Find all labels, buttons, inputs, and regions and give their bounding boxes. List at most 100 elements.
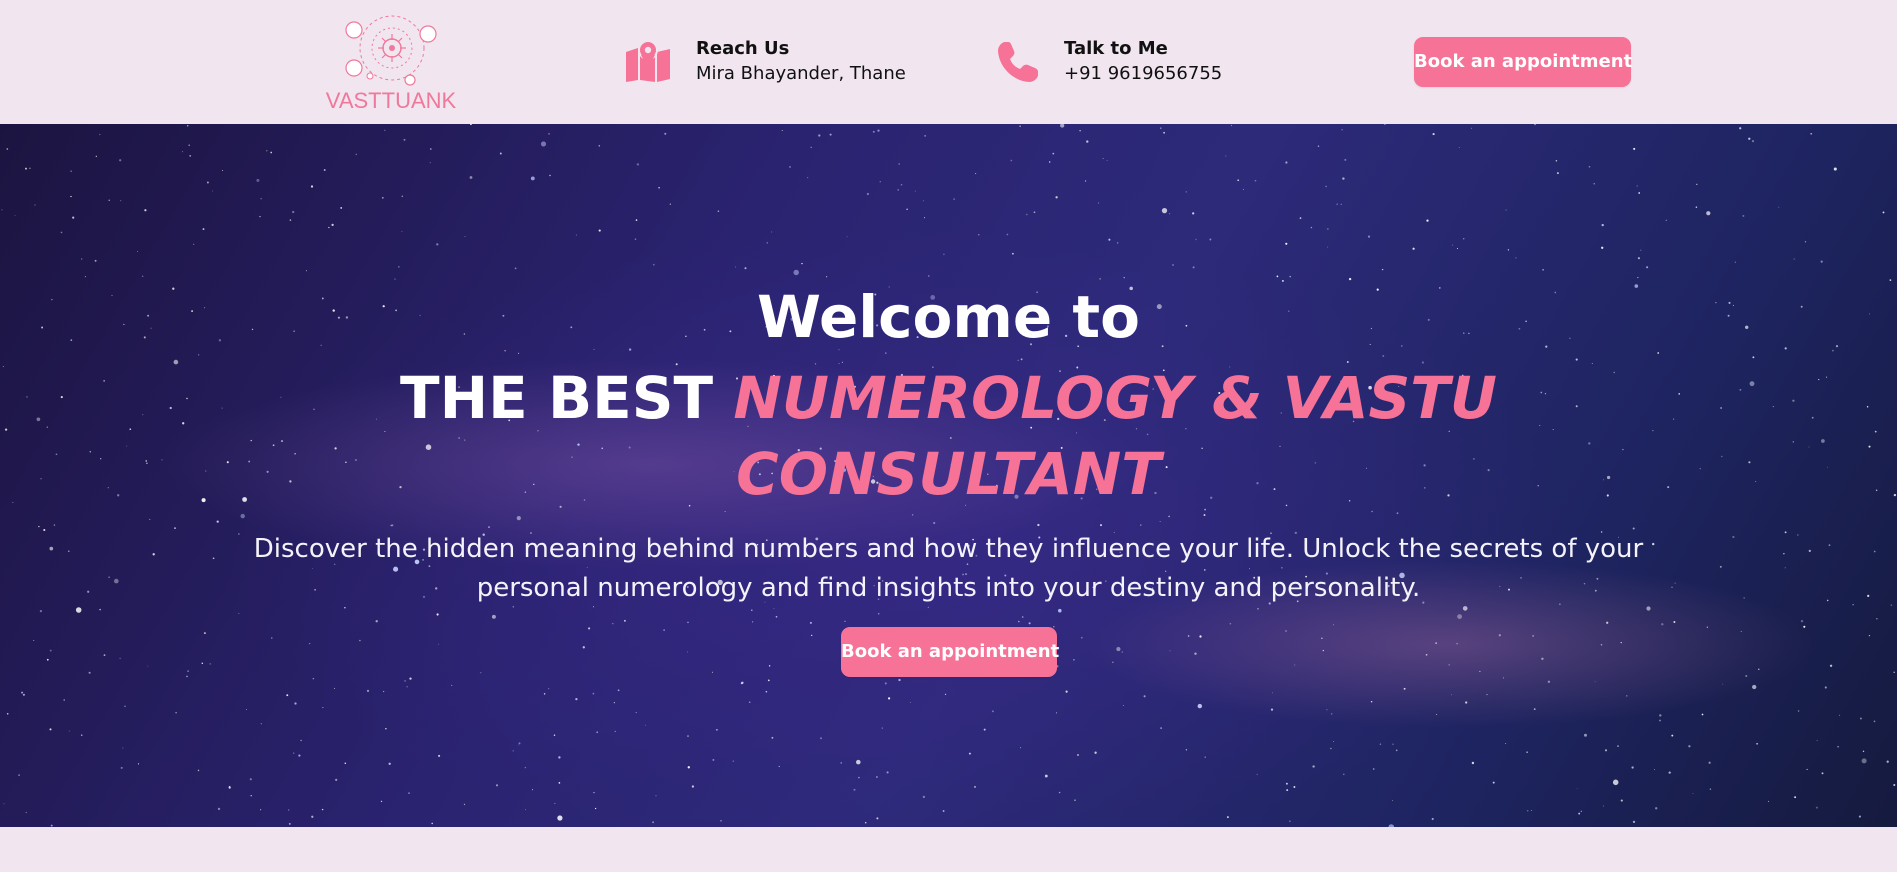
star — [663, 629, 665, 631]
star — [382, 197, 384, 199]
star — [1793, 258, 1795, 260]
star — [732, 760, 734, 762]
phone-number[interactable]: +91 9619656755 — [1064, 63, 1222, 84]
star — [1341, 129, 1343, 131]
star — [1276, 275, 1279, 278]
star — [1637, 276, 1639, 279]
star — [1159, 521, 1161, 522]
star — [881, 727, 884, 729]
star — [1058, 608, 1062, 613]
star — [1626, 695, 1628, 697]
star — [558, 782, 561, 784]
star — [1646, 266, 1649, 269]
star — [137, 250, 139, 252]
star — [1426, 219, 1429, 222]
star — [1876, 618, 1878, 620]
star — [598, 229, 601, 232]
star — [765, 690, 768, 693]
star — [617, 689, 620, 692]
star — [775, 615, 778, 618]
headline-pink-text: NUMEROLOGY & VASTU — [733, 364, 1497, 432]
star — [877, 612, 880, 615]
star — [1867, 594, 1870, 598]
star — [968, 752, 971, 755]
book-appointment-header-button[interactable]: Book an appointment — [1414, 37, 1632, 87]
star — [1526, 809, 1529, 812]
star — [592, 692, 595, 695]
star — [1829, 664, 1833, 667]
star — [1505, 209, 1507, 211]
star — [1826, 599, 1829, 602]
star — [99, 608, 101, 611]
star — [942, 810, 945, 812]
star — [1256, 773, 1258, 775]
star — [1752, 356, 1755, 359]
star — [70, 170, 72, 172]
star — [1388, 824, 1395, 827]
star — [385, 727, 387, 730]
star — [991, 710, 994, 713]
star — [359, 639, 361, 642]
star — [1462, 238, 1465, 240]
brand-logo[interactable]: VASTTUANK — [318, 10, 464, 114]
star — [1486, 694, 1488, 696]
star — [664, 132, 667, 135]
star — [1285, 161, 1288, 164]
star — [1065, 690, 1068, 693]
star — [1502, 677, 1505, 679]
star — [1661, 623, 1664, 626]
star — [1470, 127, 1472, 129]
star — [271, 637, 273, 639]
star — [46, 658, 49, 661]
book-appointment-hero-button[interactable]: Book an appointment — [841, 627, 1059, 677]
star — [108, 199, 110, 201]
star — [549, 174, 551, 177]
star — [1079, 130, 1081, 132]
star — [767, 679, 770, 682]
star — [1659, 719, 1661, 722]
star — [249, 778, 252, 781]
star — [188, 144, 191, 147]
star — [900, 183, 903, 186]
star — [75, 607, 82, 613]
star — [68, 550, 70, 552]
phone-icon[interactable] — [996, 40, 1040, 88]
star — [740, 682, 743, 685]
star — [807, 177, 809, 179]
star — [1392, 800, 1394, 802]
star — [593, 791, 595, 794]
star — [1010, 159, 1013, 162]
star — [910, 702, 911, 703]
star — [1620, 641, 1622, 644]
star — [1810, 132, 1813, 135]
star — [250, 795, 252, 797]
star — [781, 129, 783, 131]
star — [879, 181, 881, 183]
star — [1457, 614, 1462, 619]
star — [1578, 812, 1581, 815]
star — [322, 707, 324, 708]
star — [1381, 268, 1384, 271]
star — [144, 209, 147, 212]
star — [186, 675, 188, 678]
star — [1325, 185, 1327, 188]
star — [594, 807, 597, 810]
star — [375, 620, 378, 623]
star — [1289, 820, 1291, 822]
star — [1254, 179, 1257, 182]
star — [771, 231, 773, 233]
star — [1530, 809, 1533, 812]
star — [1797, 534, 1799, 536]
star — [1435, 642, 1437, 644]
star — [1117, 242, 1119, 244]
star — [1052, 152, 1055, 155]
star — [1620, 799, 1623, 802]
star — [203, 632, 206, 635]
star — [1333, 624, 1335, 626]
star — [1122, 704, 1124, 707]
star — [1199, 635, 1202, 638]
star — [401, 195, 404, 198]
star — [149, 518, 151, 520]
star — [1803, 625, 1806, 628]
star — [748, 701, 751, 703]
